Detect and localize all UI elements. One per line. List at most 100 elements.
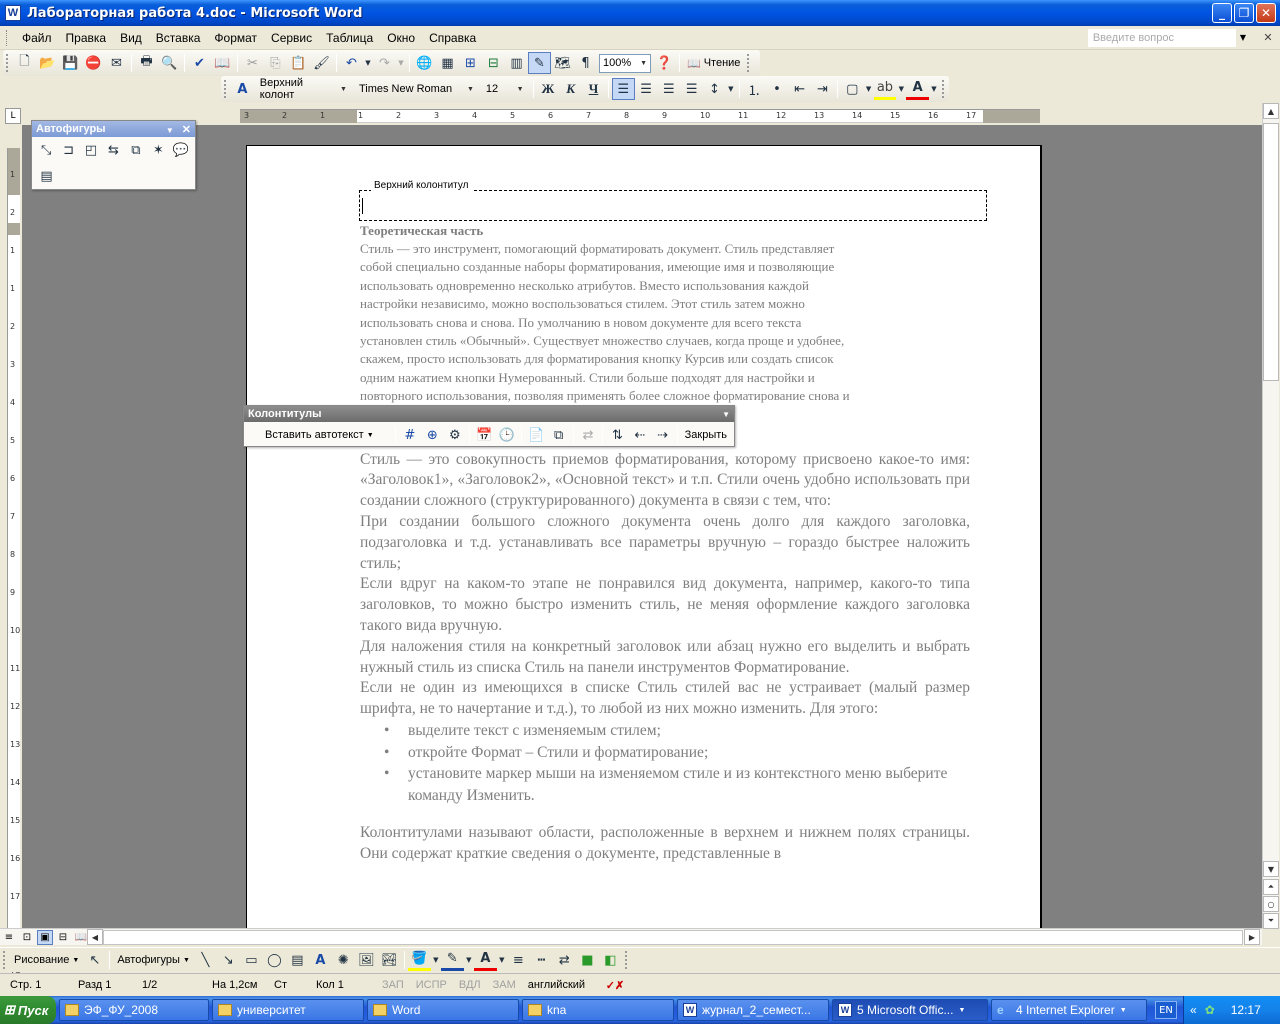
chevron-down-icon[interactable]: ▼ — [464, 949, 474, 971]
taskbar-item[interactable]: e 4 Internet Explorer ▼ — [991, 999, 1147, 1021]
chevron-down-icon[interactable]: ▼ — [929, 78, 939, 100]
switch-header-footer-icon[interactable]: ⇅ — [606, 424, 628, 446]
chevron-down-icon[interactable]: ▼ — [1240, 33, 1246, 42]
taskbar-item[interactable]: Word — [367, 999, 519, 1021]
toolbar-options[interactable] — [941, 80, 946, 98]
scroll-right-button[interactable]: ▶ — [1244, 929, 1260, 945]
toolbar-grip[interactable] — [3, 951, 7, 969]
toolbar-options[interactable] — [624, 951, 629, 969]
styles-pane-icon[interactable]: A — [231, 78, 254, 100]
show-hide-text-icon[interactable]: ⧉ — [547, 424, 569, 446]
highlight-icon[interactable]: ab — [873, 78, 897, 100]
show-next-icon[interactable]: ⇢ — [651, 424, 673, 446]
3d-style-icon[interactable]: ◧ — [599, 949, 622, 971]
drawing-icon[interactable]: ✎ — [528, 52, 551, 74]
close-icon[interactable]: ✕ — [182, 124, 191, 136]
taskbar-item-active[interactable]: W 5 Microsoft Offic... ▼ — [832, 999, 988, 1021]
format-painter-icon[interactable]: 🖌 — [310, 52, 333, 74]
borders-icon[interactable]: ▢ — [841, 78, 864, 100]
clipart-icon[interactable]: 🖼 — [355, 949, 378, 971]
same-as-previous-icon[interactable]: ⇄ — [577, 424, 599, 446]
network-icon[interactable]: ✿ — [1205, 1003, 1215, 1017]
document-map-icon[interactable]: 🗺 — [551, 52, 574, 74]
toolbar-grip[interactable] — [224, 80, 228, 98]
outline-view-icon[interactable]: ⊟ — [55, 930, 71, 945]
columns-icon[interactable]: ▥ — [505, 52, 528, 74]
increase-indent-icon[interactable]: ⇥ — [811, 78, 834, 100]
menu-insert[interactable]: Вставка — [149, 29, 208, 47]
word-app-icon[interactable]: W — [5, 5, 21, 21]
horizontal-scrollbar[interactable]: ≡ ⊡ ▣ ⊟ 📖 ◀ ▶ — [0, 928, 1262, 945]
diagram-icon[interactable]: ✺ — [332, 949, 355, 971]
arrow-style-icon[interactable]: ⇄ — [553, 949, 576, 971]
line-color-icon[interactable]: ✎ — [440, 949, 464, 971]
scroll-down-button[interactable]: ▼ — [1263, 861, 1279, 877]
research-icon[interactable]: 📖 — [211, 52, 234, 74]
cut-icon[interactable]: ✂ — [241, 52, 264, 74]
page-count-icon[interactable]: ⊕ — [421, 424, 443, 446]
format-page-number-icon[interactable]: ⚙ — [444, 424, 466, 446]
hyperlink-icon[interactable]: 🌐 — [413, 52, 436, 74]
tab-selector[interactable]: L — [5, 108, 21, 124]
redo-icon[interactable]: ↷ — [373, 52, 396, 74]
select-objects-icon[interactable]: ↖ — [83, 949, 106, 971]
chevron-down-icon[interactable]: ▼ — [497, 949, 507, 971]
show-previous-icon[interactable]: ⇠ — [629, 424, 651, 446]
email-icon[interactable]: ✉ — [105, 52, 128, 74]
menu-grip[interactable] — [6, 29, 9, 46]
chevron-down-icon[interactable]: ▼ — [363, 52, 373, 74]
align-center-icon[interactable]: ☰ — [635, 78, 658, 100]
textbox-icon[interactable]: ▤ — [286, 949, 309, 971]
insert-autotext-button[interactable]: Вставить автотекст ▼ — [247, 429, 392, 441]
align-right-icon[interactable]: ☰ — [657, 78, 680, 100]
decrease-indent-icon[interactable]: ⇤ — [788, 78, 811, 100]
menu-help[interactable]: Справка — [422, 29, 483, 47]
status-track[interactable]: ИСПР — [410, 979, 453, 991]
rectangle-icon[interactable]: ▭ — [240, 949, 263, 971]
clock[interactable]: 12:17 — [1231, 1003, 1261, 1017]
help-icon[interactable]: ❓ — [653, 52, 676, 74]
chevron-down-icon[interactable]: ▼ — [864, 78, 874, 100]
toolbar-options[interactable] — [747, 54, 751, 72]
page-setup-icon[interactable]: 📄 — [525, 424, 547, 446]
more-autoshapes-icon[interactable]: ▤ — [35, 165, 58, 187]
style-combo[interactable]: Верхний колонт ▼ — [256, 77, 351, 101]
read-mode-button[interactable]: 📖 Чтение — [683, 57, 744, 70]
toolbar-grip[interactable] — [6, 54, 10, 72]
vertical-scroll-thumb[interactable] — [1263, 123, 1279, 381]
chevron-down-icon[interactable]: ▼ — [431, 949, 441, 971]
chevron-down-icon[interactable]: ▼ — [722, 410, 730, 419]
picture-icon[interactable]: 🏞 — [378, 949, 401, 971]
header-footer-title-bar[interactable]: Колонтитулы ▼ — [244, 406, 734, 422]
font-color-icon[interactable]: A — [473, 949, 497, 971]
menu-window[interactable]: Окно — [380, 29, 422, 47]
status-overtype[interactable]: ЗАМ — [487, 979, 522, 991]
zoom-combo[interactable]: 100% ▼ — [599, 53, 651, 73]
menu-file[interactable]: Файл — [15, 29, 59, 47]
taskbar-item[interactable]: университет — [212, 999, 364, 1021]
open-folder-icon[interactable]: 📂 — [36, 52, 59, 74]
fill-color-icon[interactable]: 🪣 — [407, 949, 431, 971]
ask-question-box[interactable]: Введите вопрос — [1087, 28, 1236, 47]
vertical-ruler[interactable]: 12112345678910111213141516171819 — [7, 148, 20, 977]
dash-style-icon[interactable]: ┅ — [530, 949, 553, 971]
italic-icon[interactable]: К — [559, 78, 582, 100]
header-area[interactable] — [359, 190, 987, 221]
taskbar-item[interactable]: kna — [522, 999, 674, 1021]
close-header-footer-button[interactable]: Закрыть — [681, 429, 731, 441]
bullets-icon[interactable]: • — [766, 78, 789, 100]
copy-icon[interactable]: ⎘ — [264, 52, 287, 74]
callouts-icon[interactable]: 💬 — [170, 139, 192, 161]
connectors-icon[interactable]: ⊐ — [57, 139, 79, 161]
undo-icon[interactable]: ↶ — [340, 52, 363, 74]
menu-tools[interactable]: Сервис — [264, 29, 319, 47]
start-button[interactable]: ⊞ Пуск — [0, 996, 56, 1024]
status-rec[interactable]: ЗАП — [376, 979, 410, 991]
insert-date-icon[interactable]: 📅 — [473, 424, 495, 446]
language-indicator[interactable]: EN — [1155, 1001, 1177, 1019]
document-body[interactable]: Теоретическая часть Стиль — это инструме… — [360, 222, 970, 865]
pilcrow-icon[interactable]: ¶ — [574, 52, 597, 74]
font-size-combo[interactable]: 12 ▼ — [482, 80, 528, 99]
insert-excel-icon[interactable]: ⊟ — [482, 52, 505, 74]
font-combo[interactable]: Times New Roman ▼ — [355, 80, 478, 99]
